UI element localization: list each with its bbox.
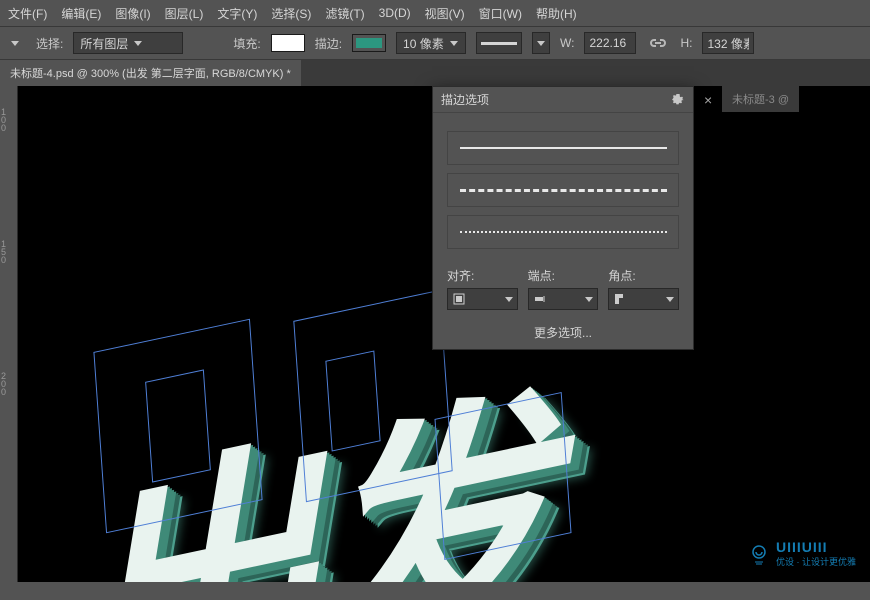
- width-input[interactable]: [584, 32, 636, 54]
- watermark: UIIIUIII 优设 · 让设计更优雅: [748, 539, 856, 568]
- menu-file[interactable]: 文件(F): [8, 5, 47, 22]
- menu-filter[interactable]: 滤镜(T): [325, 5, 364, 22]
- stroke-label: 描边:: [315, 35, 342, 52]
- select-dropdown[interactable]: 所有图层: [73, 32, 183, 54]
- stroke-type-dashed[interactable]: [447, 173, 679, 207]
- height-input[interactable]: [702, 32, 754, 54]
- caps-label: 端点:: [528, 269, 555, 283]
- select-value: 所有图层: [80, 35, 128, 52]
- chevron-down-icon: [134, 41, 142, 46]
- w-label: W:: [560, 36, 574, 50]
- fill-swatch[interactable]: [271, 34, 305, 52]
- h-label: H:: [680, 36, 692, 50]
- close-tab-icon[interactable]: ×: [704, 92, 712, 108]
- stroke-swatch[interactable]: [352, 34, 386, 52]
- stroke-type-dotted[interactable]: [447, 215, 679, 249]
- align-label: 对齐:: [447, 269, 474, 283]
- more-options-button[interactable]: 更多选项...: [433, 316, 693, 349]
- link-icon[interactable]: [646, 34, 670, 52]
- menu-view[interactable]: 视图(V): [425, 5, 465, 22]
- select-label: 选择:: [36, 35, 63, 52]
- cap-butt-icon: [533, 292, 547, 306]
- menu-bar: 文件(F) 编辑(E) 图像(I) 图层(L) 文字(Y) 选择(S) 滤镜(T…: [0, 0, 870, 26]
- stroke-type-solid[interactable]: [447, 131, 679, 165]
- menu-help[interactable]: 帮助(H): [536, 5, 577, 22]
- tool-preset-dropdown[interactable]: [4, 32, 26, 54]
- document-tab-active[interactable]: 未标题-4.psd @ 300% (出发 第二层字面, RGB/8/CMYK) …: [0, 60, 301, 86]
- menu-layer[interactable]: 图层(L): [165, 5, 204, 22]
- menu-window[interactable]: 窗口(W): [479, 5, 522, 22]
- chevron-down-icon: [450, 41, 458, 46]
- gear-icon[interactable]: [671, 93, 685, 107]
- document-tab-bar: 未标题-4.psd @ 300% (出发 第二层字面, RGB/8/CMYK) …: [0, 60, 870, 86]
- corner-miter-icon: [613, 292, 627, 306]
- stroke-width-value: 10 像素: [403, 35, 444, 52]
- menu-select[interactable]: 选择(S): [271, 5, 311, 22]
- menu-image[interactable]: 图像(I): [115, 5, 150, 22]
- fill-label: 填充:: [233, 35, 260, 52]
- ruler-vertical: 1 0 0 1 5 0 2 0 0: [0, 86, 18, 582]
- stroke-options-popup: 描边选项 对齐: 端点: 角点:: [432, 86, 694, 350]
- align-center-icon: [452, 292, 466, 306]
- popup-title: 描边选项: [441, 91, 489, 108]
- align-dropdown[interactable]: [447, 288, 518, 310]
- menu-edit[interactable]: 编辑(E): [61, 5, 101, 22]
- corners-dropdown[interactable]: [608, 288, 679, 310]
- menu-3d[interactable]: 3D(D): [379, 6, 411, 20]
- options-bar: 选择: 所有图层 填充: 描边: 10 像素 W: H:: [0, 26, 870, 60]
- stroke-style-preview[interactable]: [476, 32, 522, 54]
- caps-dropdown[interactable]: [528, 288, 599, 310]
- stroke-style-dropdown[interactable]: [532, 32, 550, 54]
- document-tab-inactive[interactable]: 未标题-3 @: [722, 86, 799, 112]
- stroke-width-dropdown[interactable]: 10 像素: [396, 32, 466, 54]
- menu-type[interactable]: 文字(Y): [217, 5, 257, 22]
- corners-label: 角点:: [608, 269, 635, 283]
